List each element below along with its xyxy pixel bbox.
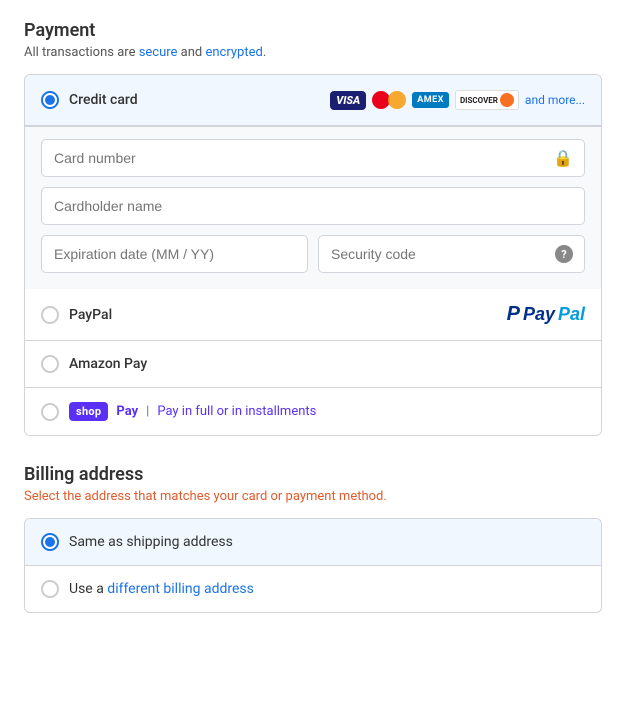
paypal-radio-label[interactable]: PayPal [41,306,112,324]
mastercard-logo [372,89,406,111]
discover-text: DISCOVER [460,96,498,105]
same-as-shipping-option[interactable]: Same as shipping address [25,519,601,566]
shop-pay-text: Pay [116,404,138,419]
same-shipping-label: Same as shipping address [69,534,233,550]
card-number-input[interactable] [41,139,585,177]
secure-link[interactable]: secure [139,45,178,60]
security-question-icon: ? [555,245,573,263]
credit-card-radio[interactable] [41,91,59,109]
different-billing-link[interactable]: different billing address [107,581,254,597]
mc-circle-right [388,91,406,109]
paypal-radio[interactable] [41,306,59,324]
cardholder-name-input[interactable] [41,187,585,225]
and-more-text: and more... [525,93,585,107]
paypal-wordmark-2: Pal [558,304,585,325]
payment-methods-box: Credit card VISA AMEX DISCOVER and more.… [24,74,602,436]
security-code-wrapper: ? [318,235,585,273]
amazon-pay-radio[interactable] [41,355,59,373]
shoppay-wrapper: shop Pay | Pay in full or in installment… [69,402,316,421]
lock-icon: 🔒 [553,149,573,168]
credit-card-label: Credit card [69,92,138,108]
secure-text: All transactions are secure and encrypte… [24,45,602,60]
card-number-wrapper: 🔒 [41,139,585,177]
security-code-input[interactable] [318,235,585,273]
billing-title: Billing address [24,464,602,485]
paypal-wordmark: Pay [523,304,555,325]
question-mark-icon: ? [555,245,573,263]
credit-card-option[interactable]: Credit card VISA AMEX DISCOVER and more.… [25,75,601,126]
amazon-pay-label: Amazon Pay [69,356,147,372]
encrypted-link[interactable]: encrypted [205,45,262,60]
cardholder-wrapper [41,187,585,225]
shop-pay-option[interactable]: shop Pay | Pay in full or in installment… [25,388,601,435]
billing-options-box: Same as shipping address Use a different… [24,518,602,613]
amazon-pay-radio-label[interactable]: Amazon Pay [41,355,147,373]
card-logos: VISA AMEX DISCOVER and more... [330,89,585,111]
visa-logo: VISA [330,91,366,110]
shop-pay-radio[interactable] [41,403,59,421]
paypal-p-icon: P [507,303,520,326]
amex-logo: AMEX [412,92,449,108]
billing-section: Billing address Select the address that … [24,464,602,613]
different-billing-label: Use a different billing address [69,581,254,597]
expiry-security-row: ? [41,235,585,273]
different-billing-radio[interactable] [41,580,59,598]
shop-pay-radio-label[interactable]: shop Pay | Pay in full or in installment… [41,402,316,421]
shoppay-divider: | [146,404,149,419]
paypal-logo: P PayPal [507,303,585,326]
shop-badge: shop [69,402,108,421]
different-billing-option[interactable]: Use a different billing address [25,566,601,612]
amazon-pay-option[interactable]: Amazon Pay [25,341,601,388]
billing-subtitle: Select the address that matches your car… [24,489,602,504]
payment-title: Payment [24,20,602,41]
credit-card-radio-label[interactable]: Credit card [41,91,138,109]
discover-logo: DISCOVER [455,90,519,110]
shoppay-installments-text: Pay in full or in installments [157,404,316,419]
expiry-wrapper [41,235,308,273]
discover-circle [500,93,514,107]
same-shipping-radio[interactable] [41,533,59,551]
paypal-option[interactable]: PayPal P PayPal [25,289,601,341]
expiration-date-input[interactable] [41,235,308,273]
paypal-label: PayPal [69,307,112,323]
card-fields: 🔒 ? [25,126,601,289]
